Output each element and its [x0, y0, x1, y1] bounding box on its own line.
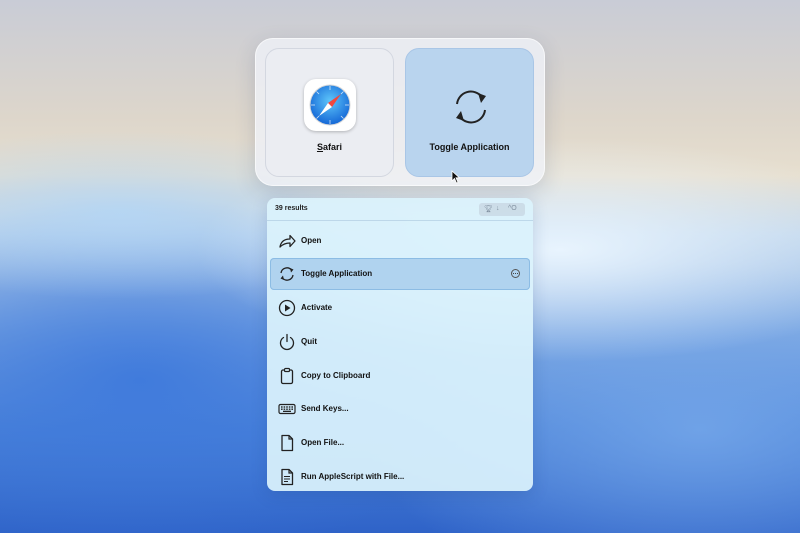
script-document-icon: [281, 468, 294, 486]
object-action-panel: Safari Toggle Application: [255, 38, 545, 186]
toggle-application-card[interactable]: Toggle Application: [405, 48, 534, 177]
result-item-label: Send Keys...: [301, 404, 349, 413]
result-item-label: Open: [301, 236, 322, 245]
result-item-toggle-application[interactable]: Toggle Application: [270, 258, 530, 290]
result-item-label: Open File...: [301, 438, 345, 447]
result-item-quit[interactable]: Quit: [270, 326, 530, 358]
toggle-application-card-label: Toggle Application: [429, 142, 510, 152]
result-item-label: Copy to Clipboard: [301, 371, 371, 380]
clipboard-icon: [280, 367, 294, 385]
power-icon: [279, 333, 295, 351]
keyboard-icon: [278, 403, 296, 415]
results-list-panel: 39 results 🏆︎ ↓ ^O Open Toggle Applicati…: [267, 198, 533, 491]
result-item-label: Quit: [301, 337, 317, 346]
result-item-label: Run AppleScript with File...: [301, 472, 405, 481]
toggle-icon: [456, 90, 486, 124]
arrow-down-icon[interactable]: ↓: [496, 205, 500, 212]
safari-card-label: Safari: [316, 142, 343, 152]
toggle-icon: [280, 267, 294, 281]
ctrl-o-shortcut[interactable]: ^O: [508, 205, 517, 212]
mouse-cursor-icon: [451, 170, 461, 184]
share-arrow-icon: [279, 234, 296, 248]
result-item-label: Activate: [301, 303, 333, 312]
result-item-activate[interactable]: Activate: [270, 292, 530, 324]
result-item-copy-to-clipboard[interactable]: Copy to Clipboard: [270, 360, 530, 392]
safari-icon: [304, 79, 356, 131]
result-item-send-keys[interactable]: Send Keys...: [270, 393, 530, 425]
results-header: 39 results 🏆︎ ↓ ^O: [267, 198, 533, 221]
sort-controls[interactable]: 🏆︎ ↓ ^O: [479, 203, 525, 216]
document-icon: [281, 434, 294, 452]
result-item-run-applescript-with-file[interactable]: Run AppleScript with File...: [270, 461, 530, 491]
result-item-label: Toggle Application: [301, 269, 373, 278]
results-count: 39 results: [275, 205, 308, 212]
more-options-icon[interactable]: [511, 269, 520, 278]
play-circle-icon: [278, 299, 296, 317]
result-item-open-file[interactable]: Open File...: [270, 427, 530, 459]
trophy-icon[interactable]: 🏆︎: [484, 205, 493, 213]
safari-card[interactable]: Safari: [265, 48, 394, 177]
result-item-open[interactable]: Open: [270, 225, 530, 257]
